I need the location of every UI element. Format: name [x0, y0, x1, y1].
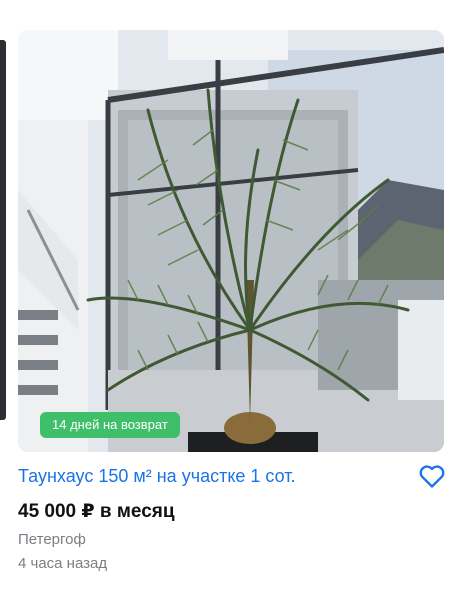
listing-card[interactable]: 14 дней на возврат Таунхаус 150 м² на уч…: [18, 30, 445, 572]
heart-outline-icon[interactable]: [418, 462, 446, 490]
palm-plant-photo: [18, 30, 444, 452]
listing-price: 45 000 ₽ в месяц: [18, 501, 175, 522]
title-row: Таунхаус 150 м² на участке 1 сот.: [18, 462, 446, 492]
listing-title[interactable]: Таунхаус 150 м² на участке 1 сот.: [18, 462, 296, 490]
return-days-badge: 14 дней на возврат: [40, 412, 180, 438]
previous-card-edge[interactable]: [0, 40, 6, 420]
listing-photo[interactable]: 14 дней на возврат: [18, 30, 444, 452]
listing-posted-time: 4 часа назад: [18, 555, 108, 572]
listing-location: Петергоф: [18, 531, 86, 548]
